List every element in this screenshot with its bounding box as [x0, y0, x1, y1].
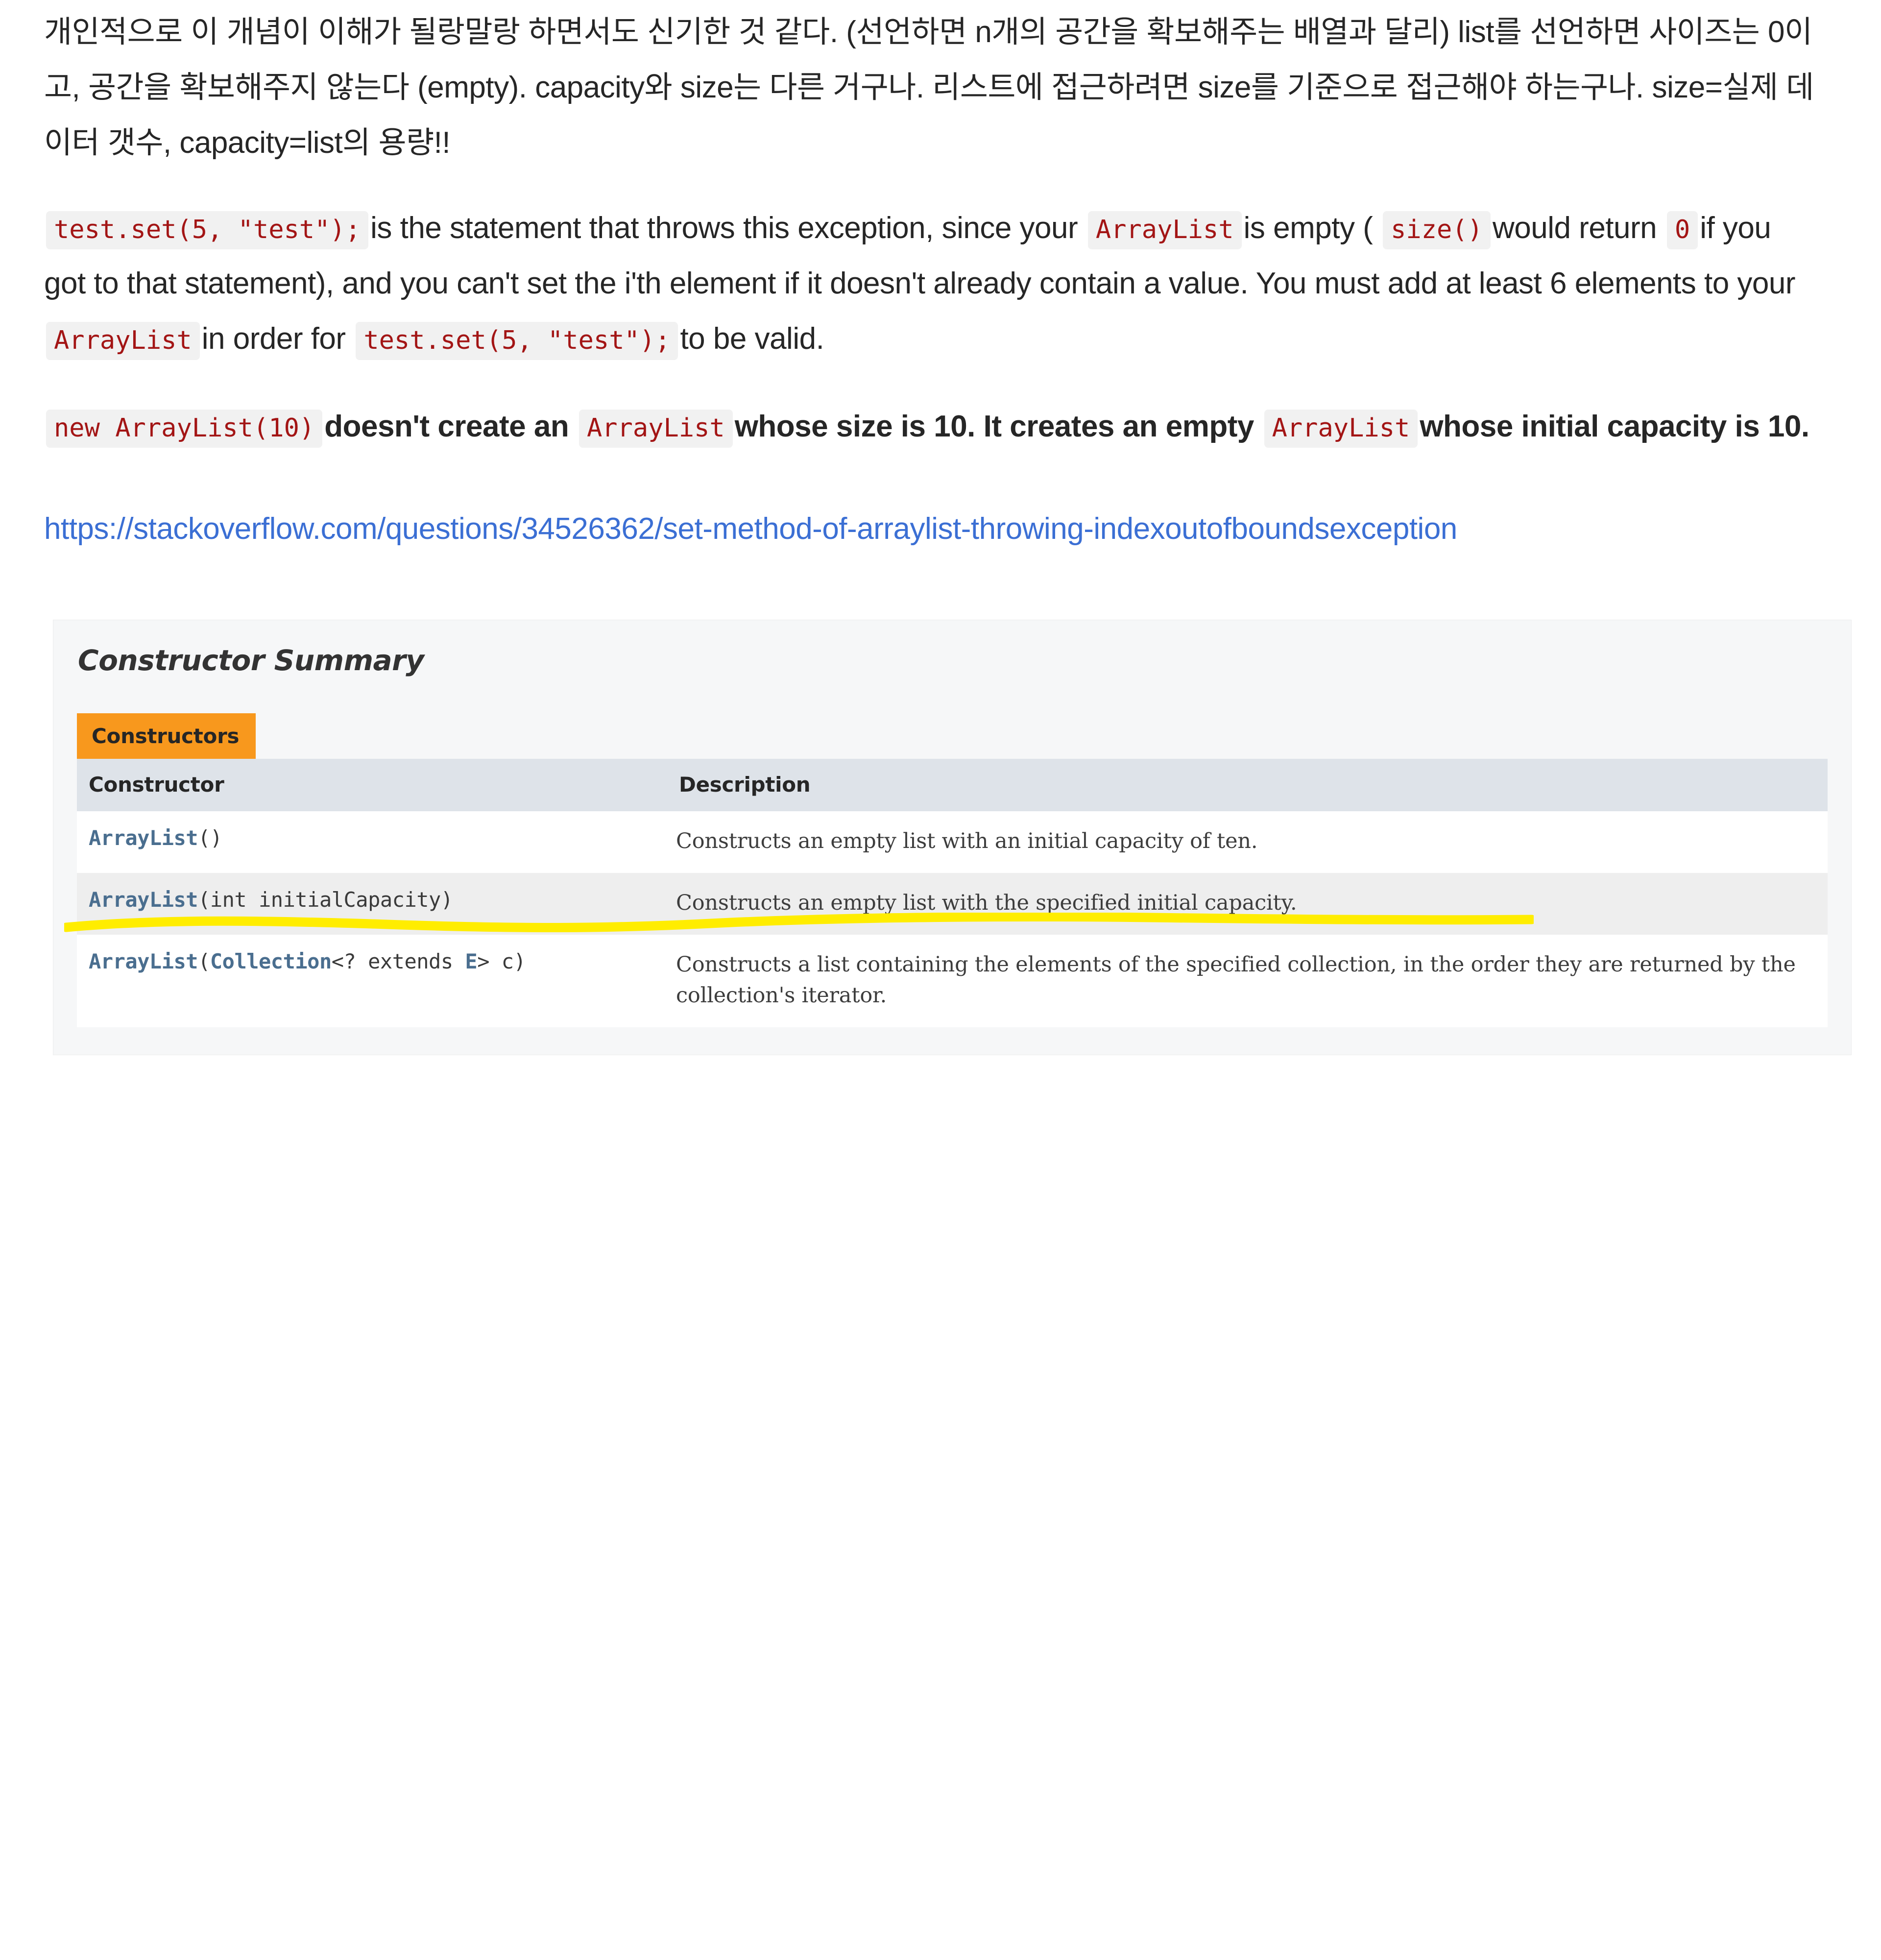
- stackoverflow-source-link[interactable]: https://stackoverflow.com/questions/3452…: [44, 512, 1457, 546]
- javadoc-tab-bar: Constructors: [77, 713, 1828, 759]
- javadoc-link-arraylist[interactable]: ArrayList: [89, 826, 198, 850]
- constructor-signature: ArrayList(Collection<? extends E> c): [89, 949, 526, 973]
- javadoc-link-e[interactable]: E: [465, 949, 477, 973]
- signature-args: (): [198, 825, 222, 850]
- constructor-signature: ArrayList(int initialCapacity): [89, 888, 453, 912]
- signature-args: (int initialCapacity): [198, 887, 453, 912]
- bold-text-1: doesn't create an: [324, 409, 569, 443]
- code-chip-size: size(): [1383, 211, 1491, 250]
- quote-text-3: would return: [1492, 211, 1657, 245]
- signature-wildcard: <? extends: [331, 949, 465, 974]
- blog-post-page: 개인적으로 이 개념이 이해가 될랑말랑 하면서도 신기한 것 같다. (선언하…: [0, 0, 1881, 1960]
- cell-constructor-signature: ArrayList(Collection<? extends E> c): [77, 935, 667, 1027]
- constructor-signature: ArrayList(): [89, 826, 222, 850]
- cell-constructor-signature: ArrayList(): [77, 811, 667, 873]
- table-row: ArrayList(Collection<? extends E> c) Con…: [77, 935, 1828, 1027]
- constructor-description: Constructs a list containing the element…: [676, 952, 1796, 1008]
- quote-text-1: is the statement that throws this except…: [370, 211, 1078, 245]
- column-header-description: Description: [667, 758, 1828, 811]
- constructor-description: Constructs an empty list with an initial…: [676, 828, 1258, 853]
- javadoc-link-arraylist[interactable]: ArrayList: [89, 949, 198, 973]
- constructor-summary-card: Constructor Summary Constructors Constru…: [53, 619, 1852, 1055]
- code-chip-arraylist-3: ArrayList: [579, 409, 733, 448]
- table-row: ArrayList() Constructs an empty list wit…: [77, 811, 1828, 873]
- bold-text-2: whose size is 10. It creates an empty: [734, 409, 1254, 443]
- cell-constructor-description: Constructs a list containing the element…: [667, 935, 1828, 1027]
- quote-text-5: in order for: [201, 322, 346, 356]
- constructor-description: Constructs an empty list with the specif…: [676, 890, 1297, 915]
- javadoc-link-collection[interactable]: Collection: [210, 949, 332, 973]
- quote-text-2: is empty (: [1243, 211, 1373, 245]
- constructor-table: Constructor Description ArrayList() Cons…: [77, 758, 1828, 1027]
- javadoc-link-arraylist[interactable]: ArrayList: [89, 888, 198, 912]
- korean-commentary-paragraph: 개인적으로 이 개념이 이해가 될랑말랑 하면서도 신기한 것 같다. (선언하…: [44, 15, 1814, 160]
- table-row: ArrayList(int initialCapacity) Construct…: [77, 872, 1828, 935]
- code-chip-arraylist-4: ArrayList: [1264, 409, 1418, 448]
- signature-open-paren: (: [198, 949, 210, 974]
- constructor-summary-title: Constructor Summary: [78, 643, 424, 677]
- bold-answer-paragraph: new ArrayList(10) doesn't create an Array…: [44, 399, 1817, 455]
- signature-args: > c): [477, 949, 526, 974]
- cell-constructor-description: Constructs an empty list with the specif…: [667, 872, 1828, 935]
- code-chip-arraylist-2: ArrayList: [46, 322, 200, 361]
- quoted-answer-paragraph: test.set(5, "test"); is the statement tha…: [44, 201, 1817, 366]
- code-chip-zero: 0: [1666, 211, 1698, 250]
- column-header-constructor: Constructor: [77, 758, 667, 811]
- table-header-row: Constructor Description: [77, 758, 1828, 811]
- tab-constructors[interactable]: Constructors: [77, 713, 256, 759]
- cell-constructor-signature: ArrayList(int initialCapacity): [77, 872, 667, 935]
- quote-text-6: to be valid.: [680, 322, 824, 356]
- code-chip-arraylist-1: ArrayList: [1087, 211, 1242, 250]
- bold-text-3: whose initial capacity is 10.: [1420, 409, 1809, 443]
- code-chip-test-set-2: test.set(5, "test");: [356, 322, 678, 361]
- code-chip-test-set: test.set(5, "test");: [46, 211, 369, 250]
- code-chip-new-arraylist-10: new ArrayList(10): [46, 409, 323, 448]
- cell-constructor-description: Constructs an empty list with an initial…: [667, 811, 1828, 873]
- source-link-block: https://stackoverflow.com/questions/3452…: [44, 502, 1808, 557]
